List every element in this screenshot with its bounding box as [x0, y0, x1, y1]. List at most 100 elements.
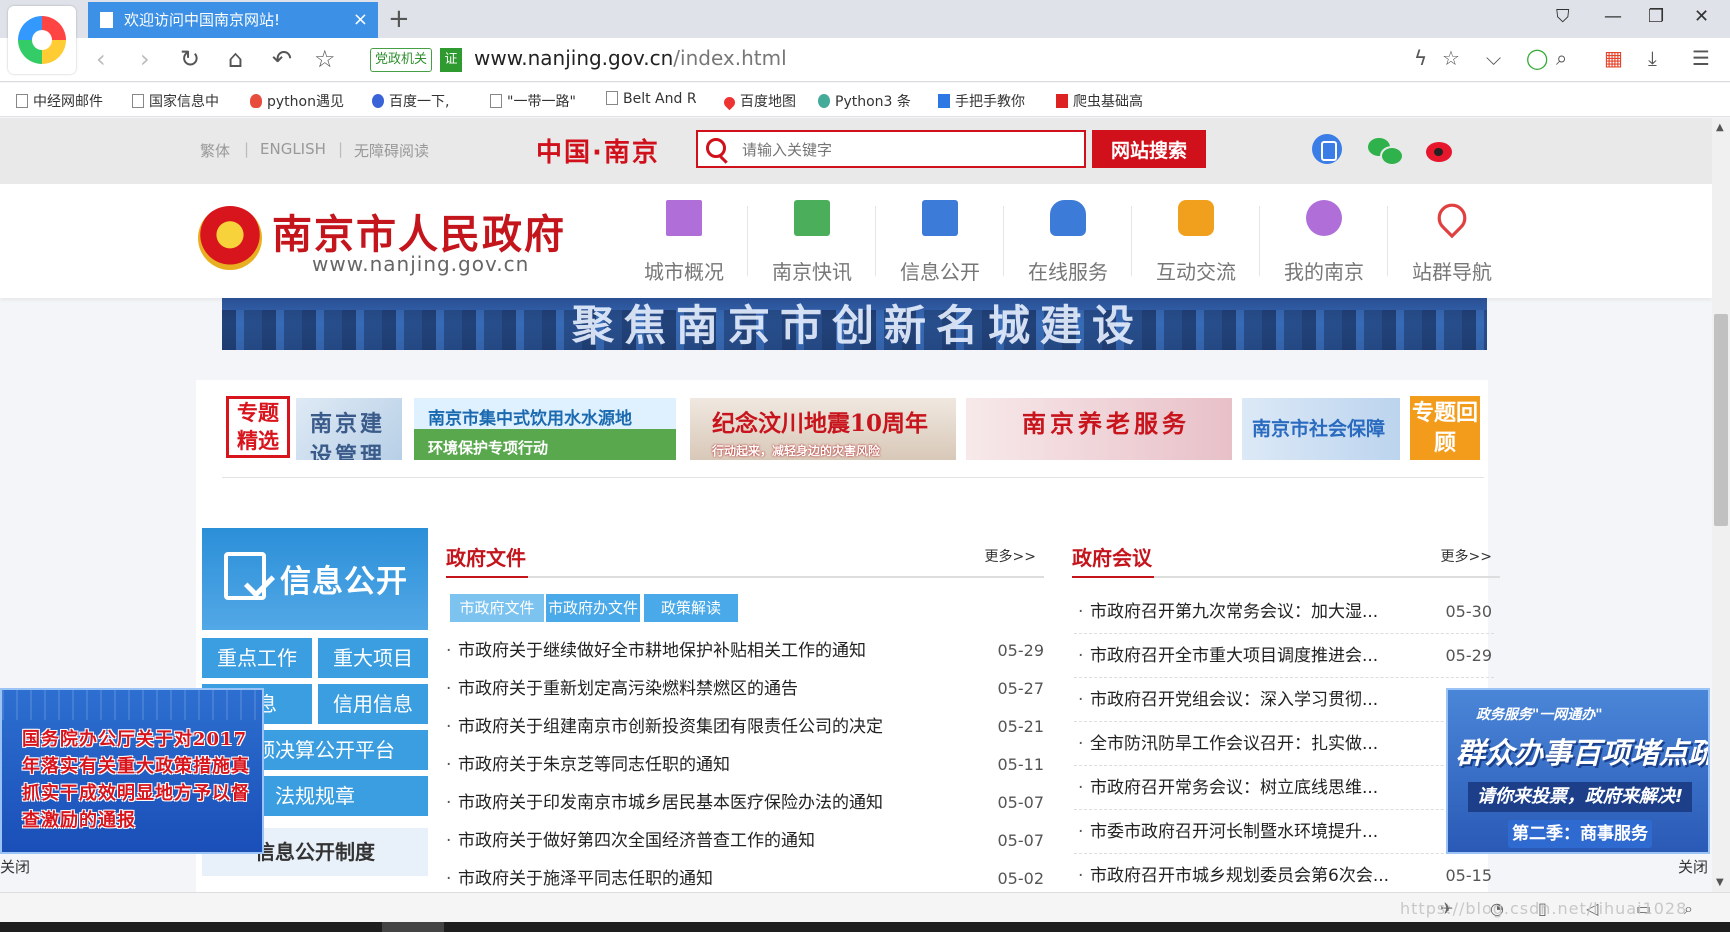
scroll-up-arrow-icon[interactable]: ▲ — [1716, 122, 1724, 133]
home-icon[interactable]: ⌂ — [228, 46, 243, 72]
nav-nanjing-news[interactable]: 南京快讯 — [748, 194, 876, 290]
bookmark-item[interactable]: Python3 条 — [818, 91, 911, 111]
list-item[interactable]: · 市政府召开市城乡规划委员会第6次会... 05-15 — [1074, 854, 1494, 892]
bookmark-item[interactable]: 爬虫基础高 — [1056, 91, 1143, 111]
nav-city-overview[interactable]: 城市概况 — [620, 194, 748, 290]
credit-info-button[interactable]: 信用信息 — [318, 684, 428, 724]
apps-grid-icon[interactable]: ▦ — [1604, 46, 1623, 70]
floating-ad-left[interactable]: 国务院办公厅关于对2017年落实有关重大政策措施真抓实干成效明显地方予以督查激励… — [0, 688, 264, 854]
ad-right-headline: 群众办事百项堵点疏解行动 — [1456, 736, 1710, 770]
topic-banner[interactable]: 纪念汶川地震10周年 行动起来，减轻身边的灾害风险 — [690, 398, 956, 460]
tab-city-gov-office-docs[interactable]: 市政府办文件 — [546, 594, 640, 622]
major-projects-button[interactable]: 重大项目 — [318, 638, 428, 678]
nav-interaction[interactable]: 互动交流 — [1132, 194, 1260, 290]
topic-banner[interactable]: 南京市集中式饮用水水源地 环境保护专项行动 — [414, 398, 676, 460]
nav-site-navigation[interactable]: 站群导航 — [1388, 194, 1516, 290]
traditional-chinese-link[interactable]: 繁体 — [200, 140, 230, 161]
gov-docs-more-link[interactable]: 更多>> — [985, 546, 1036, 566]
new-tab-button[interactable]: + — [388, 4, 410, 34]
bookmark-item[interactable]: "一带一路" — [490, 91, 576, 111]
browser-logo-icon[interactable] — [8, 6, 76, 74]
taskbar-item[interactable] — [382, 922, 444, 932]
os-taskbar — [0, 922, 1730, 932]
list-item[interactable]: · 市政府关于组建南京市创新投资集团有限责任公司的决定 05-21 — [446, 708, 1044, 746]
list-item[interactable]: · 市政府关于施泽平同志任职的通知 05-02 — [446, 860, 1044, 892]
browser-tab-active[interactable]: 欢迎访问中国南京网站! × — [88, 2, 378, 38]
scroll-down-arrow-icon[interactable]: ▼ — [1716, 877, 1724, 888]
menu-icon[interactable]: ☰ — [1692, 46, 1710, 70]
tab-close-icon[interactable]: × — [353, 2, 368, 38]
bookmark-item[interactable]: 中经网邮件 — [16, 91, 103, 111]
list-item[interactable]: · 市政府关于继续做好全市耕地保护补贴相关工作的通知 05-29 — [446, 632, 1044, 670]
site-url: www.nanjing.gov.cn — [312, 252, 530, 276]
bookmark-item[interactable]: python遇见 — [250, 91, 344, 111]
page-scrollbar[interactable]: ▲ ▼ — [1712, 118, 1730, 892]
reload-icon[interactable]: ↻ — [180, 46, 200, 72]
accessibility-link[interactable]: 无障碍阅读 — [354, 140, 429, 161]
topic-banner[interactable]: 南京建设管理 — [296, 398, 402, 460]
site-header: 南京市人民政府 www.nanjing.gov.cn 城市概况 南京快讯 信息公… — [0, 184, 1712, 298]
gov-meetings-more-link[interactable]: 更多>> — [1441, 546, 1492, 566]
ad-right-close-button[interactable]: 关闭 — [1678, 856, 1708, 877]
restore-button[interactable]: ❐ — [1648, 6, 1664, 27]
site-search-input[interactable] — [742, 136, 1072, 164]
list-item[interactable]: · 全市防汛防旱工作会议召开：扎实做... — [1074, 722, 1494, 766]
search-icon[interactable]: ⌕ — [1556, 46, 1567, 70]
list-item[interactable]: · 市政府关于做好第四次全国经济普查工作的通知 05-07 — [446, 822, 1044, 860]
bookmark-item[interactable]: Belt And R — [606, 91, 697, 107]
list-item[interactable]: · 市政府召开党组会议：深入学习贯彻... — [1074, 678, 1494, 722]
list-item[interactable]: · 市委市政府召开河长制暨水环境提升... — [1074, 810, 1494, 854]
site-search-button[interactable]: 网站搜索 — [1092, 130, 1206, 168]
ad-left-close-button[interactable]: 关闭 — [0, 856, 30, 877]
nav-info-disclosure[interactable]: 信息公开 — [876, 194, 1004, 290]
undo-close-icon[interactable]: ↶ — [272, 46, 292, 72]
address-field[interactable]: 党政机关 证 www.nanjing.gov.cn/index.html — [370, 44, 1570, 76]
minimize-button[interactable]: — — [1604, 6, 1622, 27]
divider: | — [244, 140, 250, 158]
search-engine-icon[interactable]: ◯ — [1526, 46, 1548, 70]
info-disclosure-header[interactable]: 信息公开 — [202, 528, 428, 630]
dropdown-chevron-icon[interactable]: ⌵ — [1486, 46, 1501, 70]
list-item[interactable]: · 市政府关于重新划定高污染燃料禁燃区的通告 05-27 — [446, 670, 1044, 708]
weibo-icon[interactable] — [1426, 134, 1456, 164]
hero-banner[interactable]: 聚焦南京市创新名城建设 — [222, 298, 1487, 350]
list-item[interactable]: · 市政府关于印发南京市城乡居民基本医疗保险办法的通知 05-07 — [446, 784, 1044, 822]
forward-icon[interactable]: › — [140, 46, 150, 72]
english-link[interactable]: ENGLISH — [260, 140, 326, 158]
favorite-star-icon[interactable]: ☆ — [314, 46, 336, 72]
list-item[interactable]: · 市政府关于朱京芝等同志任职的通知 05-11 — [446, 746, 1044, 784]
bookmark-item[interactable]: 国家信息中 — [132, 91, 219, 111]
list-item[interactable]: · 市政府召开全市重大项目调度推进会... 05-29 — [1074, 634, 1494, 678]
mobile-app-icon[interactable] — [1312, 134, 1342, 164]
close-window-button[interactable]: ✕ — [1694, 6, 1709, 27]
nav-online-service[interactable]: 在线服务 — [1004, 194, 1132, 290]
baidu-paw-icon — [372, 94, 384, 108]
skin-icon[interactable]: ⛉ — [1556, 6, 1570, 27]
speed-mode-icon[interactable]: ϟ — [1414, 46, 1427, 70]
list-item[interactable]: · 市政府召开常务会议：树立底线思维... — [1074, 766, 1494, 810]
bookmark-item[interactable]: 百度一下, — [372, 91, 449, 111]
topic-banner[interactable]: 南京市社会保障 — [1242, 398, 1400, 460]
wechat-icon[interactable] — [1368, 134, 1404, 166]
scroll-thumb[interactable] — [1714, 314, 1728, 526]
list-item[interactable]: · 市政府召开第九次常务会议：加大湿... 05-30 — [1074, 590, 1494, 634]
back-icon[interactable]: ‹ — [96, 46, 106, 72]
gov-meetings-title[interactable]: 政府会议 — [1072, 542, 1152, 571]
certificate-badge[interactable]: 证 — [440, 48, 462, 72]
topic-review-button[interactable]: 专题回顾 — [1410, 396, 1480, 460]
tab-city-gov-docs[interactable]: 市政府文件 — [450, 594, 544, 622]
gov-docs-title[interactable]: 政府文件 — [446, 542, 526, 571]
bookmark-item[interactable]: 百度地图 — [721, 91, 796, 111]
topic-banner[interactable]: 南京养老服务 — [966, 398, 1232, 460]
url-text[interactable]: www.nanjing.gov.cn/index.html — [474, 46, 787, 70]
floating-ad-right[interactable]: 政务服务"一网通办" 群众办事百项堵点疏解行动 请你来投票，政府来解决! 第二季… — [1446, 688, 1710, 854]
page-icon — [490, 94, 502, 108]
tab-title: 欢迎访问中国南京网站! — [124, 11, 281, 29]
download-icon[interactable]: ⤓ — [1648, 46, 1657, 70]
tab-policy-interpretation[interactable]: 政策解读 — [644, 594, 738, 622]
bookmark-star-icon[interactable]: ☆ — [1442, 46, 1460, 70]
bullet: · — [1078, 866, 1084, 886]
bookmark-item[interactable]: 手把手教你 — [938, 91, 1025, 111]
key-work-button[interactable]: 重点工作 — [202, 638, 312, 678]
nav-my-nanjing[interactable]: 我的南京 — [1260, 194, 1388, 290]
